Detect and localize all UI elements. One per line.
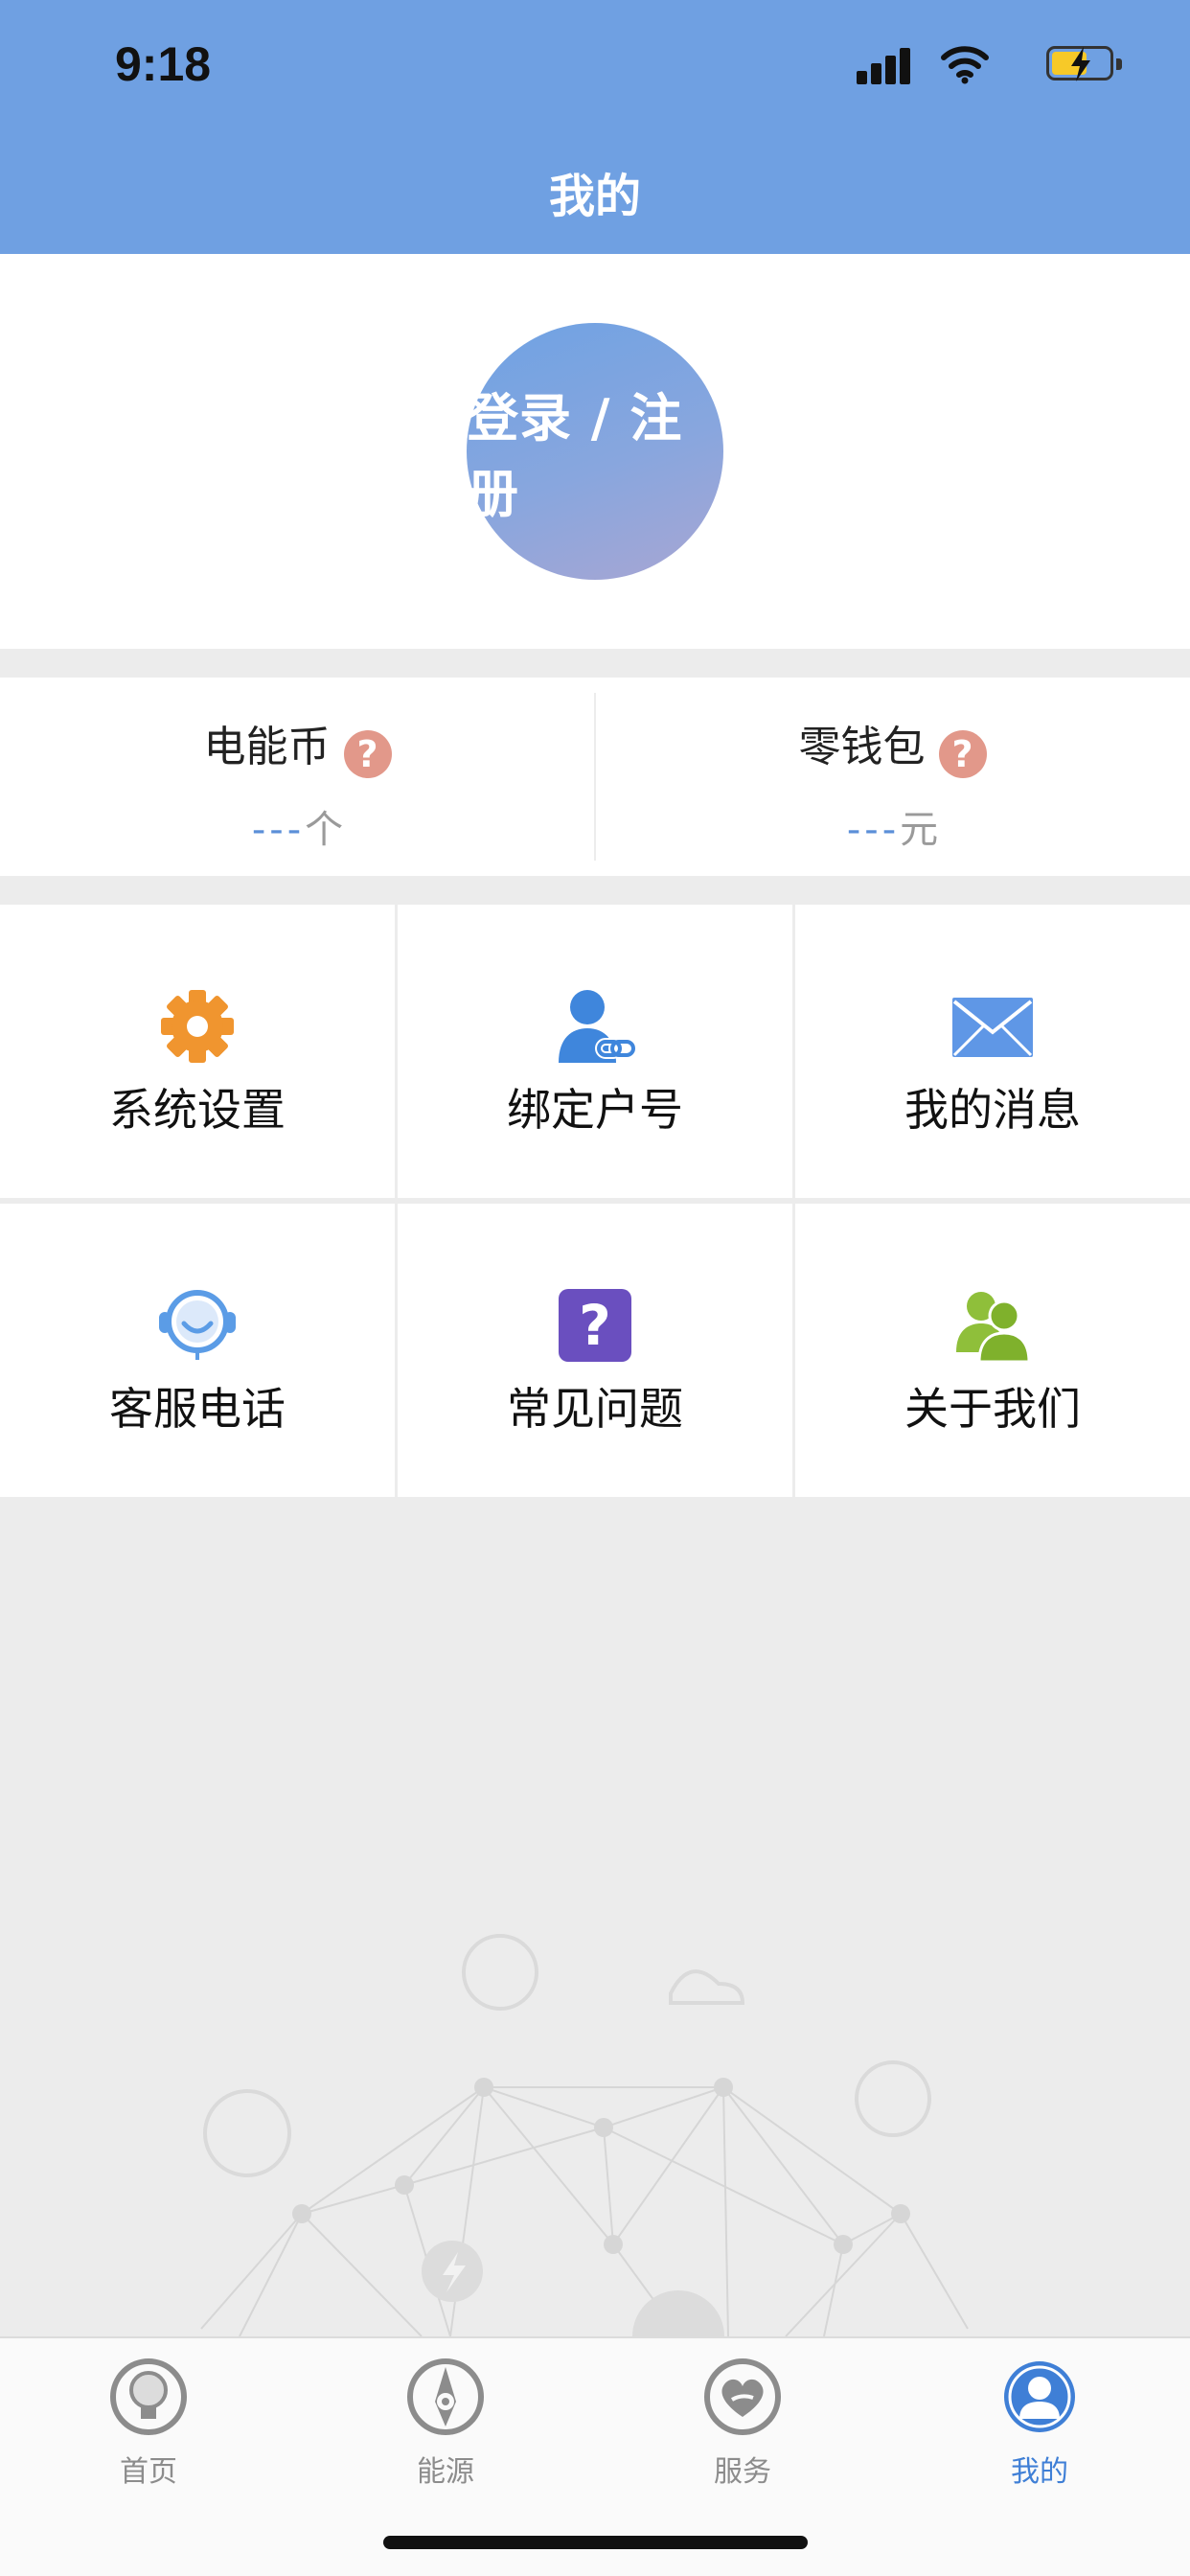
menu-item-label: 绑定户号 — [507, 1084, 683, 1136]
network-illustration — [200, 1934, 969, 2336]
energy-coin-help-icon[interactable]: ? — [343, 730, 392, 778]
energy-coin-unit: 个 — [305, 808, 344, 852]
wifi-icon — [941, 46, 989, 84]
gear-icon — [161, 990, 234, 1063]
change-purse-unit: 元 — [900, 808, 939, 852]
tab-energy[interactable]: 能源 — [350, 2350, 541, 2494]
lightbulb-icon — [110, 2358, 187, 2435]
compass-icon — [407, 2358, 484, 2435]
menu-item-bind-account[interactable]: 绑定户号 — [398, 905, 792, 1198]
tab-service[interactable]: 服务 — [647, 2350, 838, 2494]
change-purse-panel: 零钱包? ---元 — [595, 678, 1190, 876]
tab-home[interactable]: 首页 — [53, 2350, 244, 2494]
login-register-button[interactable]: 登录 / 注册 — [467, 323, 723, 580]
menu-item-label: 系统设置 — [109, 1084, 286, 1136]
signal-icon — [857, 48, 912, 84]
envelope-icon — [952, 998, 1033, 1057]
header-bar: 9:18 我的 — [0, 0, 1190, 254]
change-purse-label-row: 零钱包? — [595, 712, 1190, 778]
energy-coin-panel: 电能币? ---个 — [0, 678, 595, 876]
wallet-section: 电能币? ---个 零钱包? ---元 — [0, 678, 1190, 876]
tab-label: 首页 — [120, 2455, 177, 2489]
change-purse-value: ---元 — [595, 798, 1190, 854]
menu-item-label: 我的消息 — [904, 1084, 1081, 1136]
heart-hand-icon — [704, 2358, 781, 2435]
page-title: 我的 — [548, 170, 641, 223]
battery-charging-icon — [1046, 46, 1122, 81]
menu-item-about-us[interactable]: 关于我们 — [795, 1204, 1190, 1497]
menu-item-label: 客服电话 — [109, 1383, 286, 1435]
question-glyph: ? — [579, 1293, 611, 1358]
change-purse-amount: --- — [846, 808, 901, 852]
profile-section: 登录 / 注册 — [0, 254, 1190, 649]
menu-item-label: 关于我们 — [904, 1383, 1081, 1435]
home-indicator — [383, 2536, 808, 2549]
tab-label: 服务 — [714, 2455, 771, 2489]
energy-coin-label: 电能币 — [203, 723, 331, 771]
energy-coin-value: ---个 — [0, 798, 595, 854]
headset-icon — [159, 1290, 236, 1360]
change-purse-label: 零钱包 — [798, 723, 926, 771]
users-icon — [956, 1292, 1031, 1364]
change-purse-help-icon[interactable]: ? — [938, 730, 987, 778]
menu-item-my-messages[interactable]: 我的消息 — [795, 905, 1190, 1198]
menu-item-customer-service[interactable]: 客服电话 — [0, 1204, 395, 1497]
question-box-icon: ? — [559, 1289, 631, 1362]
menu-grid: 系统设置 绑定户号 我的消息 客服电话 ? 常见问题 关于我们 — [0, 905, 1190, 1497]
menu-item-label: 常见问题 — [507, 1383, 683, 1435]
status-time: 9:18 — [115, 37, 212, 91]
energy-coin-amount: --- — [251, 808, 306, 852]
tab-label: 能源 — [417, 2455, 474, 2489]
user-link-icon — [559, 990, 635, 1063]
person-icon — [1004, 2361, 1075, 2432]
menu-item-system-settings[interactable]: 系统设置 — [0, 905, 395, 1198]
menu-item-faq[interactable]: ? 常见问题 — [398, 1204, 792, 1497]
tab-mine[interactable]: 我的 — [944, 2350, 1135, 2494]
energy-coin-label-row: 电能币? — [0, 712, 595, 778]
tab-label: 我的 — [1011, 2455, 1068, 2489]
